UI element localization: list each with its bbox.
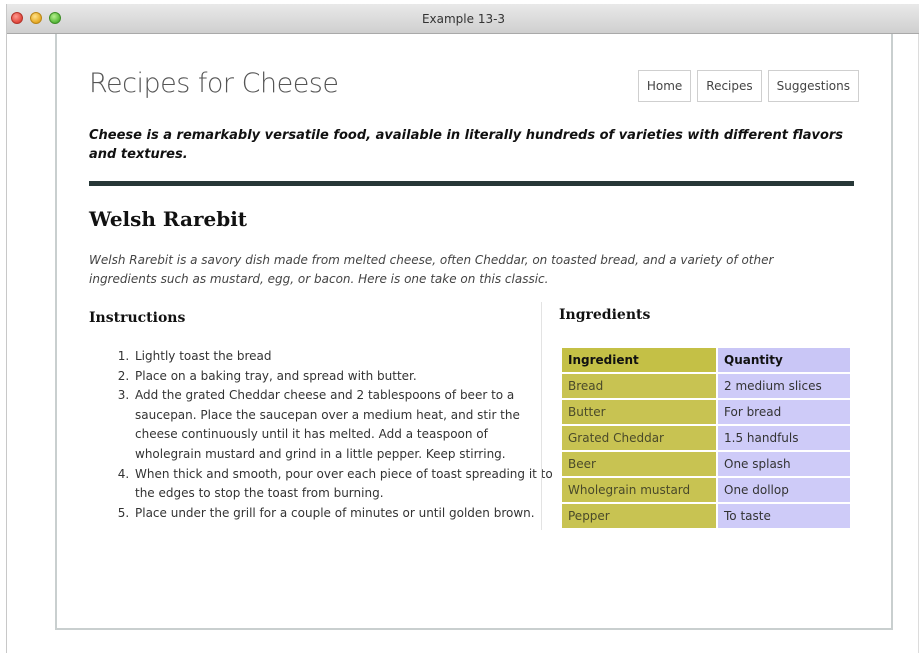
nav-home-button[interactable]: Home [637, 70, 692, 102]
instruction-step: Place on a baking tray, and spread with … [133, 367, 553, 387]
instruction-step: Add the grated Cheddar cheese and 2 tabl… [133, 386, 553, 464]
table-header-row: Ingredient Quantity [562, 348, 850, 372]
ingredient-cell: Wholegrain mustard [562, 478, 718, 502]
ingredients-heading: Ingredients [559, 307, 651, 323]
instruction-step: When thick and smooth, pour over each pi… [133, 465, 553, 504]
page-content: Recipes for Cheese Home Recipes Suggesti… [55, 34, 893, 630]
site-tagline: Cheese is a remarkably versatile food, a… [89, 128, 844, 162]
table-row: Pepper To taste [562, 504, 850, 528]
window-title: Example 13-3 [421, 12, 506, 26]
column-divider [541, 302, 542, 530]
instructions-list: Lightly toast the bread Place on a bakin… [109, 347, 553, 523]
instructions-heading: Instructions [89, 310, 186, 326]
table-row: Bread 2 medium slices [562, 374, 850, 398]
column-header-ingredient: Ingredient [562, 348, 718, 372]
ingredient-cell: Grated Cheddar [562, 426, 718, 450]
ingredient-cell: Pepper [562, 504, 718, 528]
quantity-cell: 1.5 handfuls [718, 426, 850, 450]
ingredients-table: Ingredient Quantity Bread 2 medium slice… [562, 346, 850, 530]
table-row: Butter For bread [562, 400, 850, 424]
quantity-cell: One dollop [718, 478, 850, 502]
column-header-quantity: Quantity [718, 348, 850, 372]
browser-window: Example 13-3 Recipes for Cheese Home Rec… [6, 4, 919, 653]
instruction-step: Place under the grill for a couple of mi… [133, 504, 553, 524]
nav-suggestions-button[interactable]: Suggestions [767, 70, 859, 102]
quantity-cell: To taste [718, 504, 850, 528]
nav-recipes-button[interactable]: Recipes [697, 70, 762, 102]
title-bar[interactable]: Example 13-3 [7, 4, 919, 34]
main-nav: Home Recipes Suggestions [637, 70, 859, 102]
header-divider [89, 181, 854, 186]
ingredient-cell: Beer [562, 452, 718, 476]
quantity-cell: 2 medium slices [718, 374, 850, 398]
ingredient-cell: Bread [562, 374, 718, 398]
recipe-title: Welsh Rarebit [89, 207, 248, 231]
table-row: Grated Cheddar 1.5 handfuls [562, 426, 850, 450]
quantity-cell: For bread [718, 400, 850, 424]
table-row: Beer One splash [562, 452, 850, 476]
ingredient-cell: Butter [562, 400, 718, 424]
instruction-step: Lightly toast the bread [133, 347, 553, 367]
site-title: Recipes for Cheese [89, 68, 339, 99]
recipe-intro: Welsh Rarebit is a savory dish made from… [89, 253, 774, 286]
quantity-cell: One splash [718, 452, 850, 476]
table-row: Wholegrain mustard One dollop [562, 478, 850, 502]
